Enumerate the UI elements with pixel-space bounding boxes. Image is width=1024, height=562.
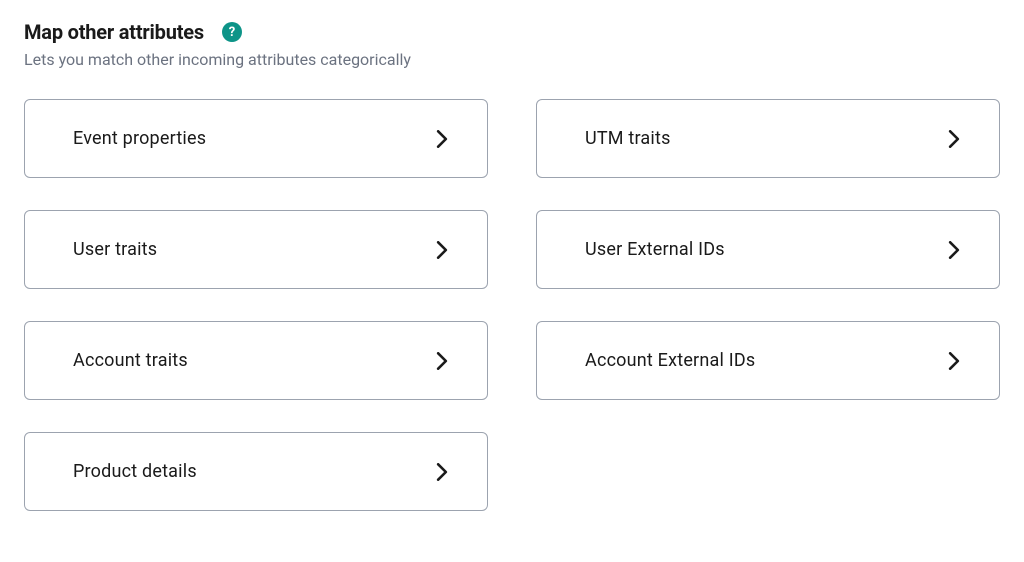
card-product-details[interactable]: Product details: [24, 432, 488, 511]
section-subtitle: Lets you match other incoming attributes…: [24, 50, 1000, 69]
chevron-right-icon: [433, 130, 451, 148]
card-label: User External IDs: [585, 239, 725, 260]
help-icon-glyph: ?: [229, 25, 235, 40]
card-label: User traits: [73, 239, 157, 260]
chevron-right-icon: [433, 463, 451, 481]
card-event-properties[interactable]: Event properties: [24, 99, 488, 178]
chevron-right-icon: [945, 352, 963, 370]
card-label: Product details: [73, 461, 197, 482]
card-label: Account traits: [73, 350, 188, 371]
attribute-card-grid: Event properties UTM traits User traits …: [24, 99, 1000, 511]
card-label: UTM traits: [585, 128, 671, 149]
card-label: Event properties: [73, 128, 206, 149]
card-utm-traits[interactable]: UTM traits: [536, 99, 1000, 178]
chevron-right-icon: [433, 352, 451, 370]
card-user-traits[interactable]: User traits: [24, 210, 488, 289]
card-label: Account External IDs: [585, 350, 755, 371]
section-header: Map other attributes ?: [24, 20, 1000, 44]
chevron-right-icon: [433, 241, 451, 259]
section-title: Map other attributes: [24, 20, 204, 44]
chevron-right-icon: [945, 130, 963, 148]
card-account-external-ids[interactable]: Account External IDs: [536, 321, 1000, 400]
help-icon[interactable]: ?: [222, 22, 242, 42]
card-user-external-ids[interactable]: User External IDs: [536, 210, 1000, 289]
chevron-right-icon: [945, 241, 963, 259]
card-account-traits[interactable]: Account traits: [24, 321, 488, 400]
